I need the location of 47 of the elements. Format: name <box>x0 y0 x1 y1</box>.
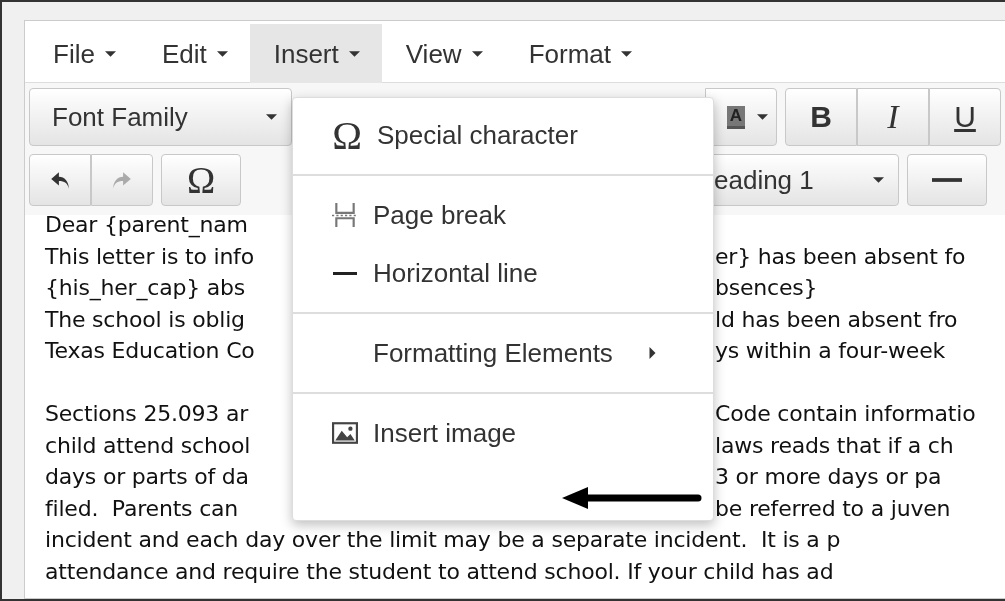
document-text: Code contain informatio <box>715 400 976 428</box>
document-text: er} has been absent fo <box>715 242 966 271</box>
menu-item[interactable]: Format <box>504 24 654 84</box>
document-text: Dear {parent_nam <box>45 215 248 240</box>
image-icon <box>332 421 358 445</box>
caret-icon <box>873 177 884 183</box>
menu-item[interactable]: View <box>381 24 505 84</box>
caret-icon <box>266 114 277 120</box>
document-text: ld has been absent fro <box>715 305 958 334</box>
document-text: attendance and require the student to attend school. If your child has ad <box>45 557 834 586</box>
document-text: {his_her_cap} abs <box>45 274 246 303</box>
font-family-dropdown[interactable]: Font Family <box>29 88 292 146</box>
caret-icon <box>621 51 632 57</box>
caret-icon <box>104 51 116 57</box>
document-text: Sections 25.093 ar <box>45 400 249 428</box>
caret-icon <box>216 51 228 57</box>
document-text: incident and each day over the limit may be a separate incident. It is a p <box>45 526 841 554</box>
menu-item[interactable]: File <box>29 24 138 84</box>
special-character-button[interactable]: Ω <box>161 154 241 206</box>
submenu-arrow-icon <box>648 347 656 359</box>
document-text: 3 or more days or pa <box>715 463 942 491</box>
document-text: This letter is to info <box>45 242 254 271</box>
document-text: The school is oblig <box>45 305 245 334</box>
undo-arrow-icon <box>49 170 71 190</box>
document-text: filed. Parents can <box>45 494 239 523</box>
document-text: child attend school <box>45 431 251 460</box>
undo-button[interactable] <box>29 154 91 206</box>
formatting-elements-option[interactable]: Formatting Elements <box>293 324 713 382</box>
document-text: laws reads that if a ch <box>715 431 954 460</box>
document-text: bsences} <box>715 274 818 302</box>
bold-button[interactable]: B <box>785 88 857 146</box>
redo-arrow-icon <box>111 170 133 190</box>
menu-item[interactable]: Edit <box>137 24 250 84</box>
horizontal-line-option[interactable]: Horizontal line <box>293 244 713 302</box>
document-text: ys within a four-week <box>715 337 945 365</box>
document-text: days or parts of da <box>45 463 249 491</box>
caret-icon <box>471 51 483 57</box>
horizontal-line-button[interactable] <box>907 154 987 206</box>
menu-item[interactable]: Insert <box>249 24 382 84</box>
document-text: be referred to a juven <box>715 494 951 523</box>
italic-button[interactable]: I <box>857 88 929 146</box>
underline-button[interactable]: U <box>929 88 1001 146</box>
document-text: Texas Education Co <box>45 337 255 365</box>
caret-icon <box>348 51 360 57</box>
insert-image-option[interactable]: Insert image <box>293 404 713 462</box>
page-break-icon <box>332 203 358 227</box>
caret-icon <box>757 114 768 120</box>
